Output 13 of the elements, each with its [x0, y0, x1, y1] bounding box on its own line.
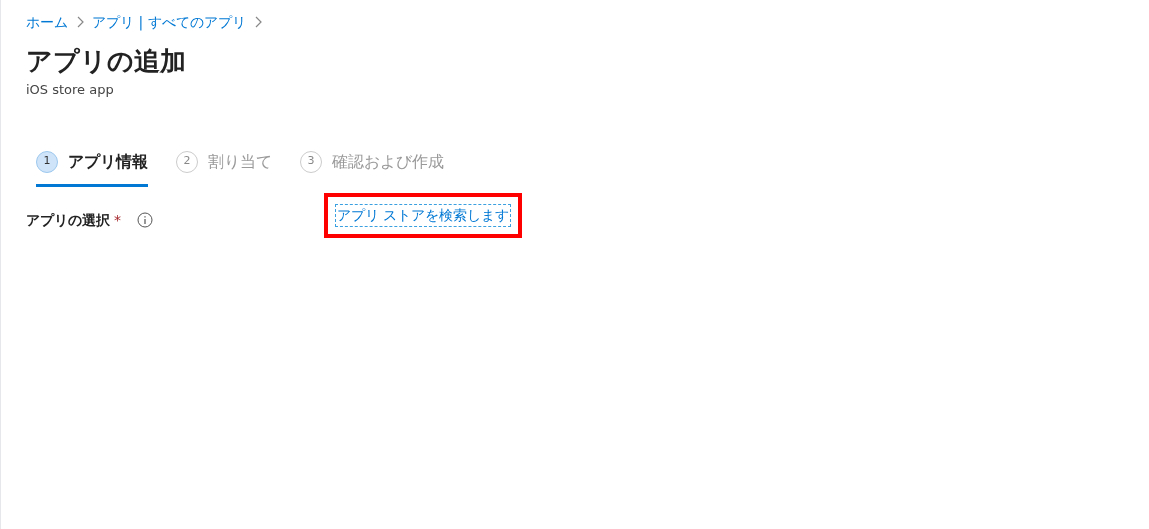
- wizard-step-tab[interactable]: 2 割り当て: [176, 149, 272, 187]
- chevron-icon: [253, 16, 262, 28]
- field-label: アプリの選択: [26, 210, 110, 230]
- breadcrumb-link[interactable]: アプリ | すべてのアプリ: [92, 11, 246, 33]
- app-store-search-link[interactable]: アプリ ストアを検索します: [335, 203, 512, 227]
- info-icon: [137, 212, 153, 228]
- page-subtitle: iOS store app: [26, 81, 114, 99]
- wizard-step-tab[interactable]: 3 確認および作成: [300, 149, 444, 187]
- breadcrumb-link[interactable]: ホーム: [26, 11, 68, 33]
- chevron-icon: [76, 16, 84, 28]
- required-marker: *: [114, 210, 121, 230]
- wizard-step-tab[interactable]: 1 アプリ情報: [36, 149, 148, 187]
- page-title: アプリの追加: [26, 45, 186, 78]
